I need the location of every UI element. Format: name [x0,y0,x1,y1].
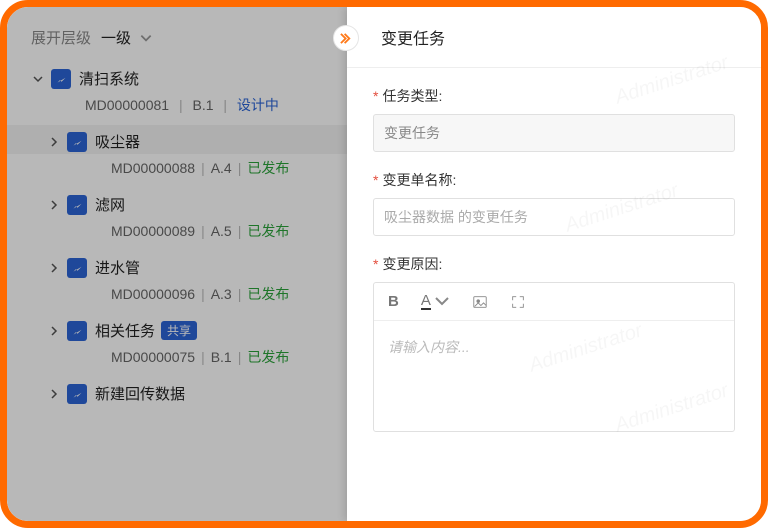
node-code: MD00000075 [111,349,195,365]
node-meta: MD00000096|A.3|已发布 [7,280,347,314]
node-code: MD00000088 [111,160,195,176]
node-meta: MD00000075|B.1|已发布 [7,343,347,377]
caret-right-icon[interactable] [45,322,63,340]
expand-level-selector[interactable]: 展开层级 一级 [7,19,347,62]
node-version: A.5 [211,223,232,239]
shared-badge: 共享 [161,321,197,340]
node-code: MD00000096 [111,286,195,302]
node-meta: MD00000088|A.4|已发布 [7,154,347,188]
node-version: B.1 [192,97,213,113]
panel-header: 变更任务 [347,7,761,68]
module-icon [67,258,87,278]
fullscreen-button[interactable] [510,293,526,310]
caret-right-icon[interactable] [45,385,63,403]
node-meta: MD00000089|A.5|已发布 [7,217,347,251]
task-type-input[interactable] [373,114,735,152]
node-status: 已发布 [247,286,289,302]
node-version: A.4 [211,160,232,176]
required-mark: * [373,256,378,272]
node-status: 设计中 [237,97,279,113]
field-label: *任务类型: [373,86,735,106]
form: *任务类型: *变更单名称: *变更原因: B A [347,68,761,432]
field-change-name: *变更单名称: [373,170,735,236]
module-icon [67,384,87,404]
tree-node[interactable]: 进水管 [7,251,347,280]
tree-node[interactable]: 相关任务共享 [7,314,347,343]
bold-button[interactable]: B [388,293,399,310]
field-change-reason: *变更原因: B A [373,254,735,432]
editor-toolbar: B A [374,283,734,321]
field-label: *变更单名称: [373,170,735,190]
module-icon [67,321,87,341]
tree: 清扫系统 MD00000081 | B.1 | 设计中 吸尘器MD0000008… [7,62,347,406]
change-name-input[interactable] [373,198,735,236]
node-title: 相关任务 [95,320,155,341]
node-status: 已发布 [247,349,289,365]
node-title: 清扫系统 [79,68,139,89]
node-status: 已发布 [247,160,289,176]
caret-right-icon[interactable] [45,259,63,277]
node-version: A.3 [211,286,232,302]
tree-node[interactable]: 吸尘器 [7,125,347,154]
module-icon [51,69,71,89]
node-title: 进水管 [95,257,140,278]
tree-panel: 展开层级 一级 清扫系统 MD00000081 | B.1 | [7,7,347,521]
collapse-panel-button[interactable] [333,25,359,51]
image-button[interactable] [472,293,488,310]
editor-body[interactable]: 请输入内容... [374,321,734,431]
node-version: B.1 [211,349,232,365]
tree-node[interactable]: 滤网 [7,188,347,217]
required-mark: * [373,88,378,104]
panel-title: 变更任务 [381,25,445,49]
node-title: 新建回传数据 [95,383,185,404]
field-task-type: *任务类型: [373,86,735,152]
required-mark: * [373,172,378,188]
node-title: 吸尘器 [95,131,140,152]
side-panel: 变更任务 *任务类型: *变更单名称: *变更原因: [347,7,761,521]
expand-label: 展开层级 [31,27,91,48]
node-title: 滤网 [95,194,125,215]
font-color-button[interactable]: A [421,293,450,310]
caret-right-icon[interactable] [45,196,63,214]
expand-level-value: 一级 [101,27,131,48]
rich-editor: B A 请输入内容... [373,282,735,432]
node-code: MD00000081 [85,97,169,113]
tree-node[interactable]: 新建回传数据 [7,377,347,406]
node-meta: MD00000081 | B.1 | 设计中 [7,91,347,125]
module-icon [67,132,87,152]
field-label: *变更原因: [373,254,735,274]
caret-right-icon[interactable] [45,133,63,151]
chevron-down-icon [139,31,153,45]
node-status: 已发布 [247,223,289,239]
caret-down-icon[interactable] [29,70,47,88]
module-icon [67,195,87,215]
tree-node-root[interactable]: 清扫系统 [7,62,347,91]
node-code: MD00000089 [111,223,195,239]
